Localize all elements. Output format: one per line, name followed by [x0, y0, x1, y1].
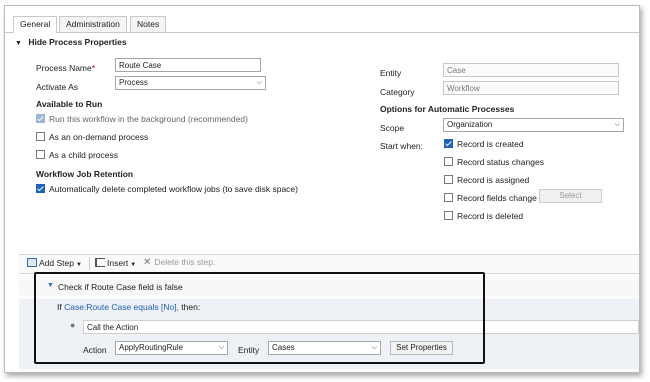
entity-input: Case	[443, 63, 619, 77]
hide-process-properties-toggle[interactable]: ▼ Hide Process Properties	[15, 37, 127, 47]
add-step-icon	[27, 258, 37, 267]
auto-delete-label: Automatically delete completed workflow …	[49, 184, 298, 194]
category-input: Workflow	[443, 81, 619, 95]
delete-x-icon: ✕	[143, 257, 152, 268]
process-name-input[interactable]: Route Case	[115, 58, 261, 72]
scope-select[interactable]: Organization ⌵	[443, 118, 624, 132]
step-toolbar: Add Step ▼ Insert ▼ ✕ Delete this step.	[19, 254, 639, 274]
auto-delete-checkbox[interactable]	[36, 184, 45, 193]
on-demand-checkbox[interactable]	[36, 132, 45, 141]
section-toggle-label: Hide Process Properties	[28, 37, 127, 47]
select-fields-button[interactable]: Select	[539, 189, 602, 203]
record-deleted-label: Record is deleted	[457, 211, 524, 221]
run-in-background-checkbox[interactable]	[36, 114, 45, 123]
toolbar-divider	[89, 257, 90, 270]
process-name-label: Process Name*	[36, 63, 96, 73]
tab-notes[interactable]: Notes	[130, 16, 167, 32]
scope-label: Scope	[380, 123, 405, 133]
job-retention-heading: Workflow Job Retention	[36, 169, 134, 179]
category-label: Category	[380, 87, 415, 97]
dropdown-arrow-icon: ▼	[130, 262, 137, 268]
record-deleted-checkbox[interactable]	[444, 211, 453, 220]
scope-value: Organization	[447, 120, 493, 129]
record-assigned-label: Record is assigned	[457, 175, 530, 185]
delete-step-button[interactable]: ✕ Delete this step.	[143, 257, 215, 268]
record-assigned-checkbox[interactable]	[444, 175, 453, 184]
insert-button[interactable]: Insert ▼	[95, 258, 136, 268]
record-fields-change-checkbox[interactable]	[444, 193, 453, 202]
chevron-down-icon: ⌵	[256, 79, 262, 86]
tab-general[interactable]: General	[13, 16, 58, 33]
activate-as-label: Activate As	[36, 82, 79, 92]
add-step-button[interactable]: Add Step ▼	[27, 258, 82, 268]
record-status-changes-label: Record status changes	[457, 157, 544, 167]
entity-label: Entity	[380, 68, 402, 78]
record-created-label: Record is created	[457, 139, 524, 149]
activate-as-value: Process	[119, 78, 148, 87]
record-status-changes-checkbox[interactable]	[444, 157, 453, 166]
record-fields-change-label: Record fields change	[457, 193, 537, 203]
tab-bar: General Administration Notes	[5, 16, 639, 33]
available-to-run-heading: Available to Run	[36, 99, 103, 109]
workflow-window: General Administration Notes ▼ Hide Proc…	[4, 5, 640, 373]
on-demand-label: As an on-demand process	[49, 132, 149, 142]
start-when-label: Start when:	[380, 141, 423, 151]
record-created-checkbox[interactable]	[444, 139, 453, 148]
run-in-background-label: Run this workflow in the background (rec…	[49, 114, 248, 124]
activate-as-select[interactable]: Process ⌵	[115, 76, 266, 90]
dropdown-arrow-icon: ▼	[75, 262, 82, 268]
collapse-triangle-icon: ▼	[15, 40, 22, 47]
highlight-annotation	[34, 272, 485, 364]
child-process-checkbox[interactable]	[36, 150, 45, 159]
tab-administration[interactable]: Administration	[59, 16, 127, 32]
automatic-processes-heading: Options for Automatic Processes	[380, 104, 515, 114]
insert-icon	[95, 258, 105, 267]
chevron-down-icon: ⌵	[614, 121, 620, 128]
child-process-label: As a child process	[49, 150, 118, 160]
